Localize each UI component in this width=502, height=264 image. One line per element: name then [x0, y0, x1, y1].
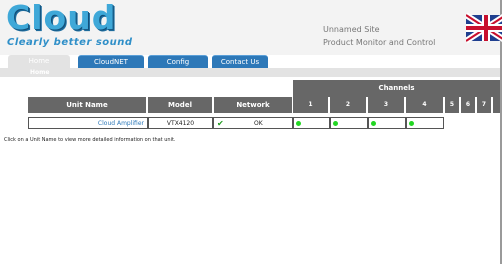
model-header: Model — [148, 97, 213, 113]
channel-6-header: 6 — [461, 97, 476, 113]
status-ok-icon — [296, 121, 301, 126]
channels-header: Channels — [293, 80, 500, 97]
network-status-cell: ✔ OK — [213, 117, 293, 129]
channel-5-header: 5 — [445, 97, 460, 113]
channel-more-header — [493, 97, 500, 113]
status-ok-icon — [409, 121, 414, 126]
channel-2-header: 2 — [330, 97, 367, 113]
channel-3-header: 3 — [368, 97, 405, 113]
channel-1-header: 1 — [293, 97, 329, 113]
unit-name-header: Unit Name — [28, 97, 147, 113]
logo-text: Cloud — [6, 0, 117, 37]
tab-config[interactable]: Config — [148, 55, 208, 68]
channel-4-status — [406, 117, 444, 129]
channel-1-status — [293, 117, 330, 129]
site-name: Unnamed Site — [323, 25, 380, 34]
unit-model: VTX4120 — [148, 117, 213, 129]
site-info: Unnamed Site Product Monitor and Control — [323, 23, 435, 49]
channel-2-status — [330, 117, 368, 129]
channel-3-status — [368, 117, 406, 129]
network-status-text: OK — [254, 120, 263, 127]
page-header: Cloud Clearly better sound Unnamed Site … — [0, 0, 502, 55]
channel-4-header: 4 — [406, 97, 444, 113]
breadcrumb-home[interactable]: Home — [30, 68, 49, 77]
channel-7-header: 7 — [477, 97, 492, 113]
tab-home[interactable]: Home — [8, 55, 70, 68]
unit-name-link[interactable]: Cloud Amplifier — [28, 117, 148, 129]
cloud-logo[interactable]: Cloud Clearly better sound — [6, 0, 134, 52]
tab-contact-us[interactable]: Contact Us — [212, 55, 268, 68]
site-subtitle: Product Monitor and Control — [323, 38, 436, 47]
uk-flag-icon[interactable] — [466, 7, 502, 49]
logo-tagline: Clearly better sound — [7, 37, 133, 48]
breadcrumb: Home — [0, 68, 500, 77]
network-header: Network — [214, 97, 293, 113]
status-ok-icon — [371, 121, 376, 126]
checkmark-icon: ✔ — [217, 119, 224, 128]
help-note: Click on a Unit Name to view more detail… — [4, 137, 176, 143]
tab-cloudnet[interactable]: CloudNET — [78, 55, 144, 68]
status-ok-icon — [333, 121, 338, 126]
